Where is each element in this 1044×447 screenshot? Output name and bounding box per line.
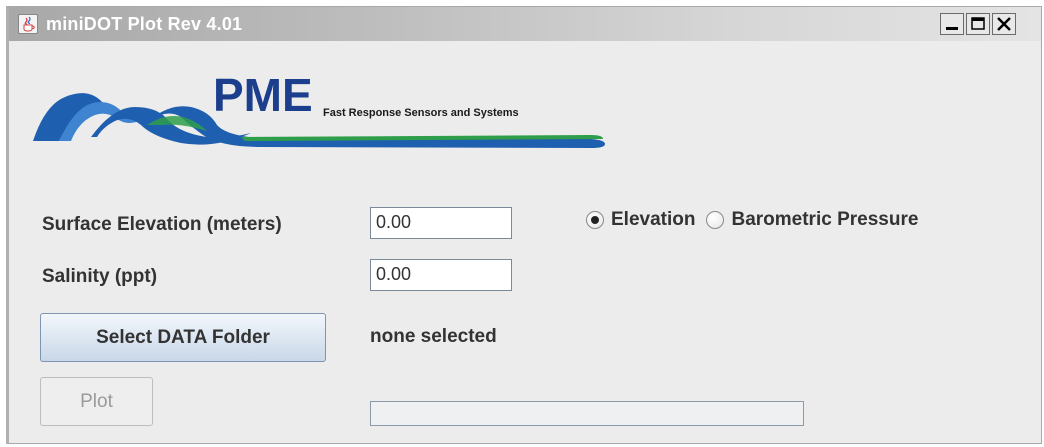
title-bar[interactable]: miniDOT Plot Rev 4.01 — [9, 7, 1041, 41]
minimize-button[interactable] — [940, 13, 964, 35]
barometric-pressure-radio-button[interactable] — [706, 211, 725, 229]
logo-tagline-text: Fast Response Sensors and Systems — [323, 107, 519, 119]
barometric-pressure-radio[interactable]: Barometric Pressure — [706, 209, 918, 231]
select-data-folder-button[interactable]: Select DATA Folder — [40, 313, 326, 362]
pme-logo: PME Fast Response Sensors and Systems — [33, 69, 605, 148]
barometric-pressure-radio-label: Barometric Pressure — [731, 209, 919, 230]
close-button[interactable] — [992, 13, 1016, 35]
plot-button[interactable]: Plot — [40, 377, 153, 426]
elevation-radio[interactable]: Elevation — [586, 209, 695, 231]
progress-bar — [370, 401, 804, 426]
app-window: miniDOT Plot Rev 4.01 PME Fast Response … — [6, 6, 1042, 444]
logo-brand-text: PME — [213, 69, 313, 121]
folder-status-text: none selected — [370, 326, 497, 347]
elevation-radio-button[interactable] — [586, 211, 604, 229]
window-title: miniDOT Plot Rev 4.01 — [46, 14, 243, 34]
pressure-mode-radio-group: Elevation Barometric Pressure — [586, 209, 929, 231]
salinity-input[interactable]: 0.00 — [370, 259, 512, 291]
surface-elevation-input[interactable]: 0.00 — [370, 207, 512, 239]
close-icon — [997, 17, 1011, 31]
elevation-radio-label: Elevation — [611, 209, 696, 230]
surface-elevation-label: Surface Elevation (meters) — [42, 214, 282, 235]
content-panel: PME Fast Response Sensors and Systems Su… — [9, 41, 1041, 443]
salinity-label: Salinity (ppt) — [42, 266, 158, 287]
java-cup-icon — [18, 14, 38, 34]
minimize-icon — [946, 27, 958, 30]
maximize-button[interactable] — [966, 13, 990, 35]
maximize-icon — [971, 17, 985, 30]
